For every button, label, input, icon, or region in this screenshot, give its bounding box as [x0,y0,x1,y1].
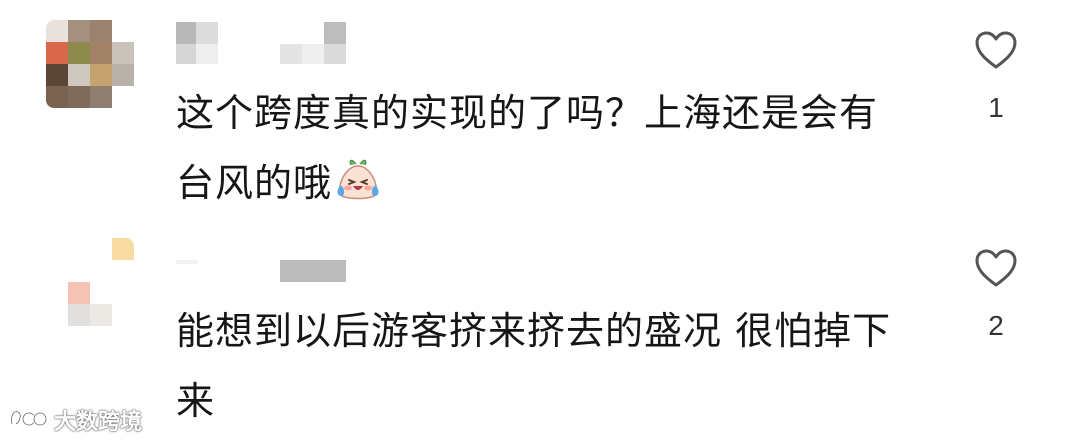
infinity-logo-icon [8,404,48,436]
comment-item: 这个跨度真的实现的了吗？上海还是会有台风的哦 1 [0,0,1080,220]
like-button[interactable]: 2 [968,248,1024,342]
avatar[interactable] [46,238,134,326]
watermark: 大数跨境 [8,404,142,436]
avatar[interactable] [46,20,134,108]
like-button[interactable]: 1 [968,30,1024,124]
username-redacted[interactable] [176,240,356,284]
comment-text: 这个跨度真的实现的了吗？上海还是会有台风的哦 [176,78,916,218]
username-redacted[interactable] [176,22,356,66]
heart-outline-icon[interactable] [968,248,1024,288]
comment-body: 这个跨度真的实现的了吗？上海还是会有台风的哦 [176,91,879,205]
comment-body: 能想到以后游客挤来挤去的盛况 很怕掉下来 [176,309,892,423]
like-count: 1 [988,92,1004,123]
like-count: 2 [988,310,1004,341]
comment-item: 能想到以后游客挤来挤去的盛况 很怕掉下来 2 [0,220,1080,440]
laughing-crying-emoji-icon [334,156,382,204]
heart-outline-icon[interactable] [968,30,1024,70]
watermark-text: 大数跨境 [54,410,143,435]
comment-text: 能想到以后游客挤来挤去的盛况 很怕掉下来 [176,296,916,436]
